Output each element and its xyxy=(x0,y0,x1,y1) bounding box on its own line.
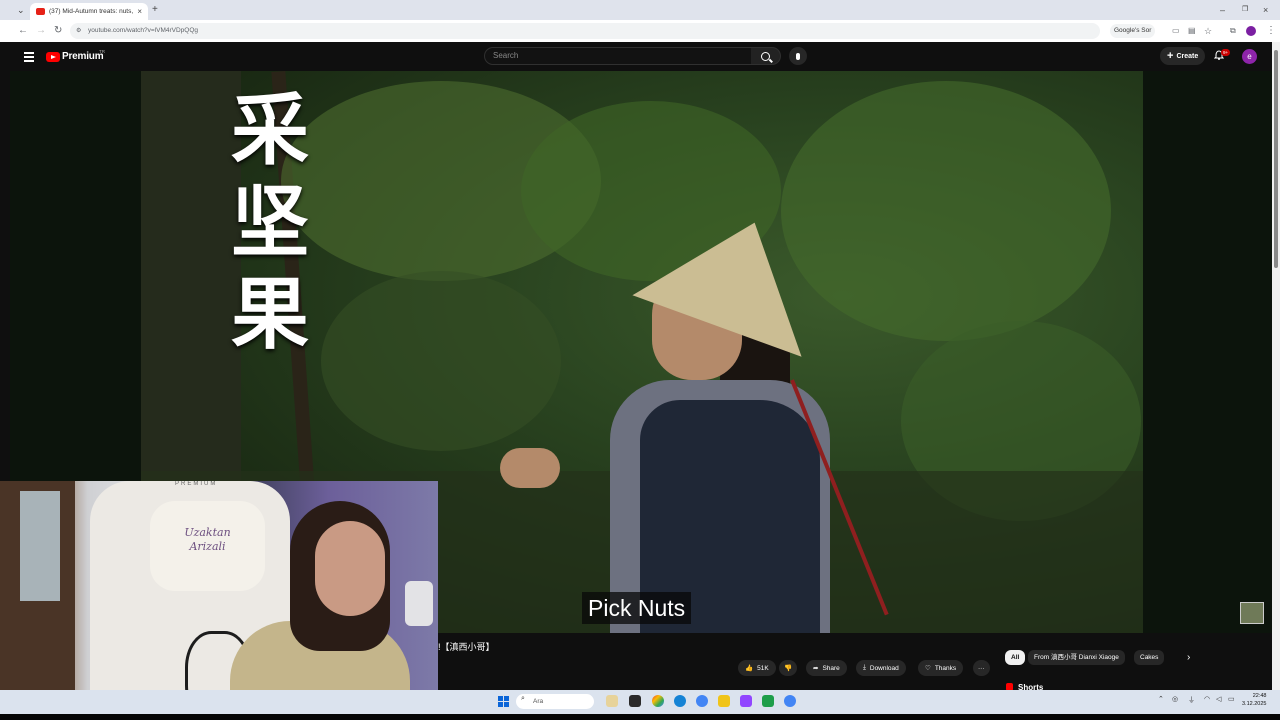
tab-close-icon[interactable]: × xyxy=(137,7,142,16)
extensions-icon[interactable]: ⧉ xyxy=(1230,20,1236,42)
youtube-favicon-icon xyxy=(36,8,45,15)
download-icon: ⤓ xyxy=(863,664,866,671)
video-title: !【滇西小哥】 xyxy=(438,642,495,652)
task-view-icon[interactable] xyxy=(629,695,641,707)
microphone-stand xyxy=(405,581,433,626)
window-close-icon[interactable]: × xyxy=(1263,0,1268,20)
profile-avatar-icon[interactable] xyxy=(1246,26,1256,36)
chair-brand-text: PREMIUM xyxy=(175,481,218,487)
twitch-icon[interactable] xyxy=(740,695,752,707)
webcam-overlay: PREMIUM Uzaktan Arizali xyxy=(0,481,438,720)
browser-menu-icon[interactable]: ⋮ xyxy=(1266,20,1276,42)
tray-app-icon[interactable]: ◎ xyxy=(1172,695,1178,703)
account-avatar[interactable]: e xyxy=(1242,49,1257,64)
thumbs-up-icon: 👍 xyxy=(745,665,754,672)
back-icon[interactable]: ← xyxy=(18,20,28,42)
chip-from-channel[interactable]: From 滇西小哥 Dianxi Xiaoge xyxy=(1028,650,1125,665)
omnibox[interactable] xyxy=(70,23,1100,39)
thanks-icon: ♡ xyxy=(925,665,931,672)
taskbar-search-icon: ⌕ xyxy=(521,695,525,702)
widget-icon[interactable] xyxy=(606,695,618,707)
like-count: 51K xyxy=(757,664,769,672)
translate-icon[interactable]: ▤ xyxy=(1188,20,1196,42)
url-text[interactable]: youtube.com/watch?v=lVM4rVDpQQg xyxy=(88,23,198,39)
file-explorer-icon[interactable] xyxy=(718,695,730,707)
notification-count-badge: 9+ xyxy=(1221,49,1231,56)
download-button[interactable]: ⤓ Download xyxy=(856,660,906,676)
search-input[interactable] xyxy=(484,47,752,65)
tab-list-icon[interactable]: ⌄ xyxy=(17,0,25,20)
maximize-icon[interactable]: ❐ xyxy=(1242,0,1248,20)
windows-start-icon[interactable] xyxy=(498,696,509,707)
microphone-icon xyxy=(796,52,800,60)
youtube-premium-brand[interactable]: Premium xyxy=(62,51,104,62)
browser-tab-strip xyxy=(0,0,1280,20)
window-glass xyxy=(20,491,60,601)
more-icon: ··· xyxy=(978,664,985,672)
reload-icon[interactable]: ↻ xyxy=(54,20,62,42)
site-info-icon[interactable]: ⚙ xyxy=(76,23,81,39)
scrollbar-thumb[interactable] xyxy=(1274,50,1278,268)
chrome-icon[interactable] xyxy=(652,695,664,707)
plus-icon: + xyxy=(1167,50,1174,62)
more-actions-button[interactable]: ··· xyxy=(973,660,990,676)
share-icon: ➦ xyxy=(813,665,819,672)
channel-watermark[interactable] xyxy=(1240,602,1264,624)
subtitle-caption: Pick Nuts xyxy=(582,592,692,624)
chair-text-line-1: Uzaktan xyxy=(184,526,231,539)
chip-cakes[interactable]: Cakes xyxy=(1134,650,1165,665)
volume-icon[interactable]: ◁ xyxy=(1216,695,1221,703)
thanks-button[interactable]: ♡ Thanks xyxy=(918,660,964,676)
share-button[interactable]: ➦ Share xyxy=(806,660,847,676)
chip-all[interactable]: All xyxy=(1005,650,1026,665)
new-tab-icon[interactable]: + xyxy=(152,0,158,20)
clock-time: 22:48 xyxy=(1252,693,1267,699)
download-label: Download xyxy=(869,664,899,672)
browser-tab[interactable]: (37) Mid-Autumn treats: nuts, ... × xyxy=(30,3,148,20)
youtube-logo-icon[interactable] xyxy=(46,52,60,62)
google-search-chip[interactable]: Google's Sor xyxy=(1110,24,1156,38)
search-button[interactable] xyxy=(751,47,781,65)
bookmark-star-icon[interactable]: ☆ xyxy=(1204,20,1212,42)
person-face xyxy=(315,521,385,616)
minimize-icon[interactable]: – xyxy=(1220,0,1225,20)
app-icon[interactable] xyxy=(762,695,774,707)
wifi-icon[interactable]: ◠ xyxy=(1204,695,1210,703)
create-label: Create xyxy=(1176,52,1199,60)
create-button[interactable]: + Create xyxy=(1160,47,1206,65)
hamburger-menu-icon[interactable] xyxy=(24,52,34,64)
search-icon xyxy=(761,51,770,61)
taskbar-clock[interactable]: 22:48 3.12.2025 xyxy=(1242,692,1266,708)
clock-date: 3.12.2025 xyxy=(1242,701,1267,707)
chips-next-icon[interactable]: › xyxy=(1187,650,1190,665)
voice-search-button[interactable] xyxy=(789,47,807,65)
video-overlay-title: 采坚果 xyxy=(230,85,309,360)
chair-pillow-text: Uzaktan Arizali xyxy=(150,526,265,554)
chrome-profile-icon[interactable] xyxy=(696,695,708,707)
dislike-button[interactable]: 👎 xyxy=(779,660,798,676)
search-placeholder: Search xyxy=(493,51,519,60)
thanks-label: Thanks xyxy=(934,664,957,672)
tab-title: (37) Mid-Autumn treats: nuts, ... xyxy=(49,8,134,15)
edge-icon[interactable] xyxy=(674,695,686,707)
cast-icon[interactable]: ▭ xyxy=(1172,20,1180,42)
forward-icon[interactable]: → xyxy=(36,20,46,42)
taskbar-search-input[interactable]: Ara xyxy=(516,694,594,709)
tray-overflow-icon[interactable]: ⌃ xyxy=(1158,695,1164,703)
chrome-active-icon[interactable] xyxy=(784,695,796,707)
bottom-strip xyxy=(0,714,1280,720)
chair-text-line-2: Arizali xyxy=(189,540,226,553)
thumbs-down-icon: 👎 xyxy=(784,665,793,672)
tray-usb-icon[interactable]: ⏚ xyxy=(1188,695,1195,705)
country-code: TR xyxy=(99,49,105,54)
woman-hands xyxy=(500,448,560,488)
share-label: Share xyxy=(822,664,840,672)
battery-icon[interactable]: ▭ xyxy=(1228,695,1235,703)
like-button[interactable]: 👍 51K xyxy=(738,660,776,676)
